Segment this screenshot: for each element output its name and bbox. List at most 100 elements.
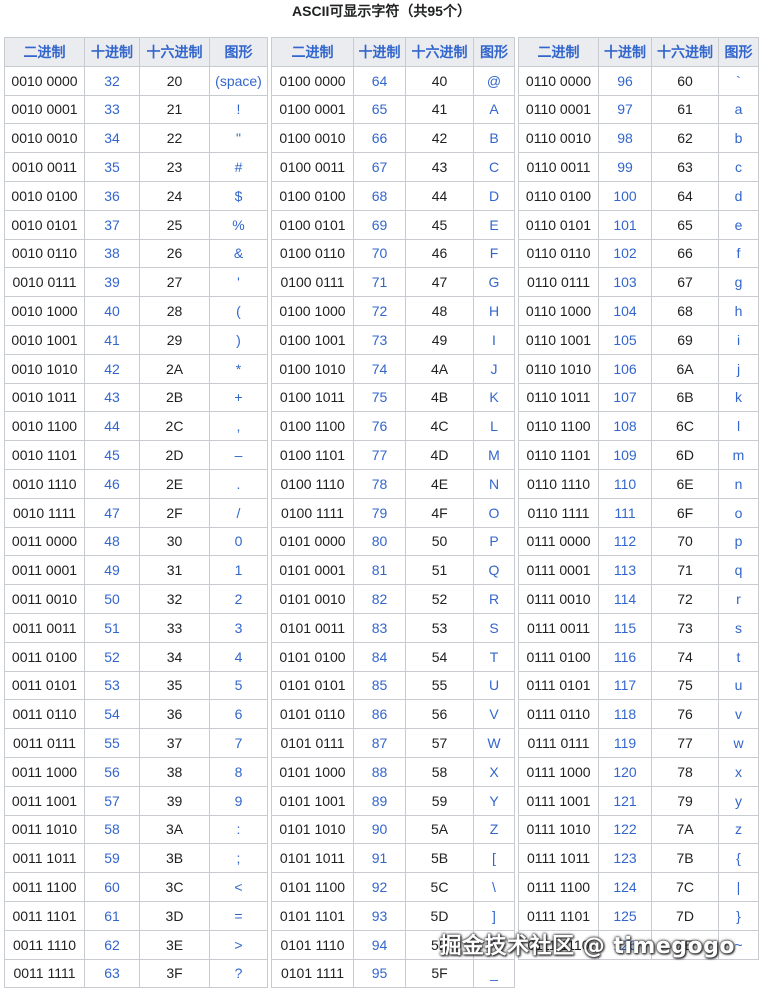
decimal-cell[interactable]: 61 (84, 900, 140, 931)
decimal-cell[interactable]: 123 (598, 843, 652, 874)
glyph-cell[interactable]: . (209, 468, 268, 499)
decimal-cell[interactable]: 55 (84, 728, 140, 758)
decimal-cell[interactable]: 107 (598, 382, 652, 413)
decimal-cell[interactable]: 87 (353, 728, 406, 758)
decimal-cell[interactable]: 121 (598, 785, 652, 816)
glyph-cell[interactable]: } (718, 900, 759, 931)
decimal-cell[interactable]: 32 (84, 65, 140, 96)
decimal-cell[interactable]: 102 (598, 238, 652, 269)
decimal-cell[interactable]: 93 (353, 900, 406, 931)
decimal-cell[interactable]: 100 (598, 180, 652, 211)
decimal-cell[interactable]: 50 (84, 584, 140, 614)
decimal-cell[interactable]: 103 (598, 267, 652, 298)
glyph-cell[interactable]: d (718, 180, 759, 211)
glyph-cell[interactable]: o (718, 497, 759, 528)
glyph-cell[interactable]: M (473, 440, 515, 470)
glyph-cell[interactable]: $ (209, 180, 268, 211)
decimal-cell[interactable]: 72 (353, 296, 406, 326)
glyph-cell[interactable]: < (209, 872, 268, 902)
glyph-cell[interactable]: i (718, 324, 759, 355)
glyph-cell[interactable]: j (718, 353, 759, 384)
glyph-cell[interactable]: 1 (209, 555, 268, 586)
glyph-cell[interactable]: v (718, 699, 759, 730)
decimal-cell[interactable]: 118 (598, 699, 652, 730)
glyph-cell[interactable]: 2 (209, 584, 268, 614)
glyph-cell[interactable]: _ (473, 958, 515, 989)
glyph-cell[interactable]: n (718, 468, 759, 499)
decimal-cell[interactable]: 63 (84, 958, 140, 989)
glyph-cell[interactable]: f (718, 238, 759, 269)
glyph-cell[interactable]: % (209, 209, 268, 240)
glyph-cell[interactable]: I (473, 324, 515, 355)
glyph-cell[interactable]: 7 (209, 728, 268, 758)
decimal-cell[interactable]: 78 (353, 468, 406, 499)
glyph-cell[interactable]: / (209, 497, 268, 528)
decimal-cell[interactable]: 76 (353, 411, 406, 442)
glyph-cell[interactable]: [ (473, 843, 515, 874)
decimal-cell[interactable]: 57 (84, 785, 140, 816)
decimal-cell[interactable]: 108 (598, 411, 652, 442)
glyph-cell[interactable]: 9 (209, 785, 268, 816)
glyph-cell[interactable]: # (209, 152, 268, 182)
decimal-cell[interactable]: 38 (84, 238, 140, 269)
decimal-cell[interactable]: 85 (353, 670, 406, 701)
glyph-cell[interactable]: l (718, 411, 759, 442)
glyph-cell[interactable]: K (473, 382, 515, 413)
decimal-cell[interactable]: 117 (598, 670, 652, 701)
glyph-cell[interactable]: 5 (209, 670, 268, 701)
decimal-cell[interactable]: 115 (598, 612, 652, 643)
glyph-cell[interactable]: m (718, 440, 759, 470)
glyph-cell[interactable]: ] (473, 900, 515, 931)
glyph-cell[interactable]: e (718, 209, 759, 240)
glyph-cell[interactable]: Y (473, 785, 515, 816)
glyph-cell[interactable]: 4 (209, 641, 268, 672)
glyph-cell[interactable]: E (473, 209, 515, 240)
decimal-cell[interactable]: 96 (598, 65, 652, 96)
decimal-cell[interactable]: 53 (84, 670, 140, 701)
glyph-cell[interactable]: | (718, 872, 759, 902)
decimal-cell[interactable]: 54 (84, 699, 140, 730)
decimal-cell[interactable]: 51 (84, 612, 140, 643)
glyph-cell[interactable]: k (718, 382, 759, 413)
glyph-cell[interactable]: (space) (209, 65, 268, 96)
decimal-cell[interactable]: 89 (353, 785, 406, 816)
glyph-cell[interactable]: F (473, 238, 515, 269)
glyph-cell[interactable]: ; (209, 843, 268, 874)
glyph-cell[interactable]: * (209, 353, 268, 384)
glyph-cell[interactable]: \ (473, 872, 515, 902)
glyph-cell[interactable]: C (473, 152, 515, 182)
glyph-cell[interactable]: a (718, 94, 759, 125)
glyph-cell[interactable]: ' (209, 267, 268, 298)
decimal-cell[interactable]: 90 (353, 814, 406, 845)
decimal-cell[interactable]: 106 (598, 353, 652, 384)
decimal-cell[interactable]: 34 (84, 123, 140, 154)
decimal-cell[interactable]: 67 (353, 152, 406, 182)
glyph-cell[interactable]: L (473, 411, 515, 442)
glyph-cell[interactable]: X (473, 756, 515, 787)
decimal-cell[interactable]: 83 (353, 612, 406, 643)
decimal-cell[interactable]: 60 (84, 872, 140, 902)
glyph-cell[interactable]: @ (473, 65, 515, 96)
decimal-cell[interactable]: 36 (84, 180, 140, 211)
decimal-cell[interactable]: 40 (84, 296, 140, 326)
decimal-cell[interactable]: 109 (598, 440, 652, 470)
decimal-cell[interactable]: 82 (353, 584, 406, 614)
decimal-cell[interactable]: 88 (353, 756, 406, 787)
decimal-cell[interactable]: 68 (353, 180, 406, 211)
decimal-cell[interactable]: 69 (353, 209, 406, 240)
decimal-cell[interactable]: 75 (353, 382, 406, 413)
decimal-cell[interactable]: 64 (353, 65, 406, 96)
glyph-cell[interactable]: > (209, 929, 268, 960)
decimal-cell[interactable]: 33 (84, 94, 140, 125)
glyph-cell[interactable]: q (718, 555, 759, 586)
decimal-cell[interactable]: 47 (84, 497, 140, 528)
glyph-cell[interactable]: J (473, 353, 515, 384)
glyph-cell[interactable]: 3 (209, 612, 268, 643)
glyph-cell[interactable]: Z (473, 814, 515, 845)
glyph-cell[interactable]: O (473, 497, 515, 528)
decimal-cell[interactable]: 37 (84, 209, 140, 240)
decimal-cell[interactable]: 71 (353, 267, 406, 298)
glyph-cell[interactable]: h (718, 296, 759, 326)
glyph-cell[interactable]: p (718, 526, 759, 557)
glyph-cell[interactable]: 8 (209, 756, 268, 787)
